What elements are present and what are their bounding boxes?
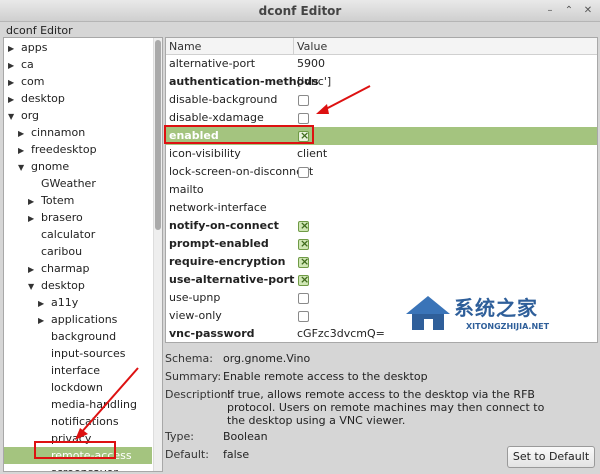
schema-value: org.gnome.Vino — [223, 352, 311, 365]
description-label: Description: — [165, 388, 232, 401]
watermark-url: XITONGZHIJIA.NET — [466, 322, 550, 331]
summary-value: Enable remote access to the desktop — [223, 370, 428, 383]
watermark-logo: 系统之家 XITONGZHIJIA.NET — [400, 290, 600, 336]
house-logo-icon — [406, 296, 450, 330]
schema-label: Schema: — [165, 352, 213, 365]
key-details: Schema: org.gnome.Vino Summary: Enable r… — [165, 348, 598, 472]
summary-label: Summary: — [165, 370, 222, 383]
default-label: Default: — [165, 448, 209, 461]
type-label: Type: — [165, 430, 194, 443]
watermark-text: 系统之家 — [454, 296, 538, 320]
description-value: If true, allows remote access to the des… — [227, 388, 545, 427]
type-value: Boolean — [223, 430, 268, 443]
set-to-default-button[interactable]: Set to Default — [507, 446, 595, 468]
default-value: false — [223, 448, 250, 461]
